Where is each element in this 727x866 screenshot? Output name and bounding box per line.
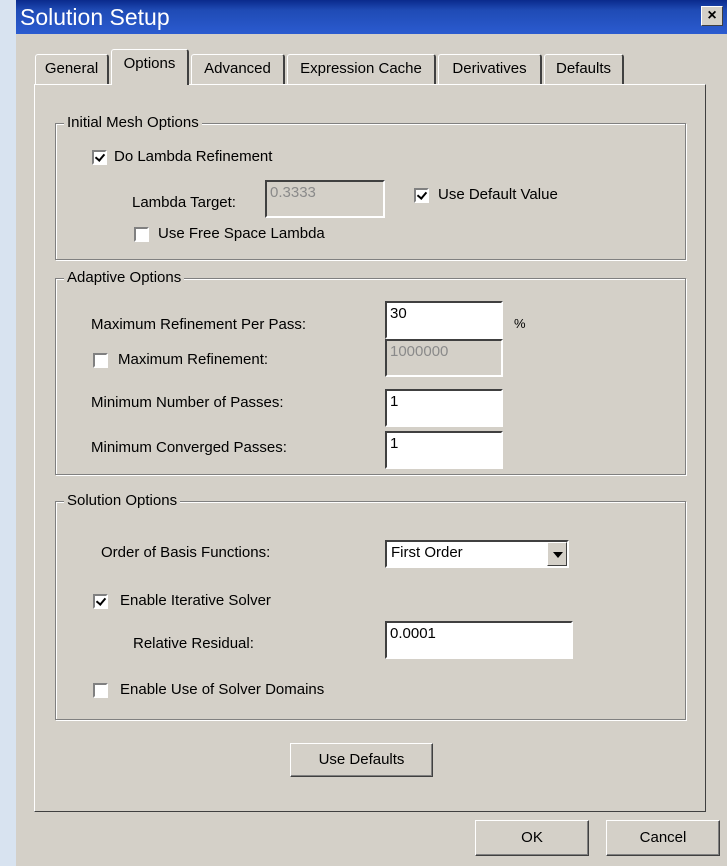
do-lambda-refinement-label: Do Lambda Refinement bbox=[114, 148, 273, 165]
basis-order-value: First Order bbox=[391, 544, 463, 561]
min-converged-passes-input[interactable]: 1 bbox=[385, 431, 503, 469]
use-default-value-checkbox[interactable] bbox=[414, 188, 429, 203]
iterative-solver-checkbox[interactable] bbox=[93, 594, 108, 609]
use-free-space-lambda-checkbox[interactable] bbox=[134, 227, 149, 242]
relative-residual-input[interactable]: 0.0001 bbox=[385, 621, 573, 659]
max-refinement-checkbox[interactable] bbox=[93, 353, 108, 368]
group-label: Adaptive Options bbox=[64, 269, 185, 287]
basis-order-select[interactable]: First Order bbox=[385, 540, 569, 568]
basis-order-label: Order of Basis Functions: bbox=[101, 544, 271, 561]
ok-button[interactable]: OK bbox=[475, 820, 589, 856]
max-refinement-input[interactable]: 1000000 bbox=[385, 339, 503, 377]
tab-defaults[interactable]: Defaults bbox=[544, 54, 624, 84]
min-passes-input[interactable]: 1 bbox=[385, 389, 503, 427]
relative-residual-label: Relative Residual: bbox=[133, 635, 254, 652]
tab-general[interactable]: General bbox=[35, 54, 109, 84]
min-passes-label: Minimum Number of Passes: bbox=[91, 394, 284, 411]
min-converged-passes-label: Minimum Converged Passes: bbox=[91, 439, 287, 456]
chevron-down-icon[interactable] bbox=[547, 542, 567, 566]
max-refinement-label: Maximum Refinement: bbox=[118, 351, 269, 368]
use-default-value-label: Use Default Value bbox=[438, 186, 558, 203]
window-title: Solution Setup bbox=[20, 4, 170, 30]
tab-derivatives[interactable]: Derivatives bbox=[438, 54, 542, 84]
lambda-target-input[interactable]: 0.3333 bbox=[265, 180, 385, 218]
close-button[interactable]: × bbox=[701, 6, 723, 26]
initial-mesh-group: Initial Mesh Options Do Lambda Refinemen… bbox=[55, 114, 686, 260]
title-bar[interactable]: Solution Setup × bbox=[16, 0, 727, 34]
use-free-space-lambda-label: Use Free Space Lambda bbox=[158, 225, 325, 242]
solution-options-group: Solution Options Order of Basis Function… bbox=[55, 492, 686, 720]
options-panel: Initial Mesh Options Do Lambda Refinemen… bbox=[34, 84, 706, 812]
percent-unit-label: % bbox=[514, 316, 526, 331]
use-defaults-button[interactable]: Use Defaults bbox=[290, 743, 433, 777]
max-refinement-per-pass-input[interactable]: 30 bbox=[385, 301, 503, 339]
do-lambda-refinement-checkbox[interactable] bbox=[92, 150, 107, 165]
lambda-target-label: Lambda Target: bbox=[132, 194, 236, 211]
solver-domains-checkbox[interactable] bbox=[93, 683, 108, 698]
tab-options[interactable]: Options bbox=[111, 49, 189, 85]
iterative-solver-label: Enable Iterative Solver bbox=[120, 592, 271, 609]
tab-expression-cache[interactable]: Expression Cache bbox=[287, 54, 436, 84]
group-label: Solution Options bbox=[64, 492, 181, 510]
solution-setup-dialog: Solution Setup × General Options Advance… bbox=[16, 0, 727, 866]
group-label: Initial Mesh Options bbox=[64, 114, 202, 132]
adaptive-options-group: Adaptive Options Maximum Refinement Per … bbox=[55, 269, 686, 475]
solver-domains-label: Enable Use of Solver Domains bbox=[120, 681, 325, 698]
tab-advanced[interactable]: Advanced bbox=[191, 54, 285, 84]
cancel-button[interactable]: Cancel bbox=[606, 820, 720, 856]
max-refinement-per-pass-label: Maximum Refinement Per Pass: bbox=[91, 316, 307, 333]
